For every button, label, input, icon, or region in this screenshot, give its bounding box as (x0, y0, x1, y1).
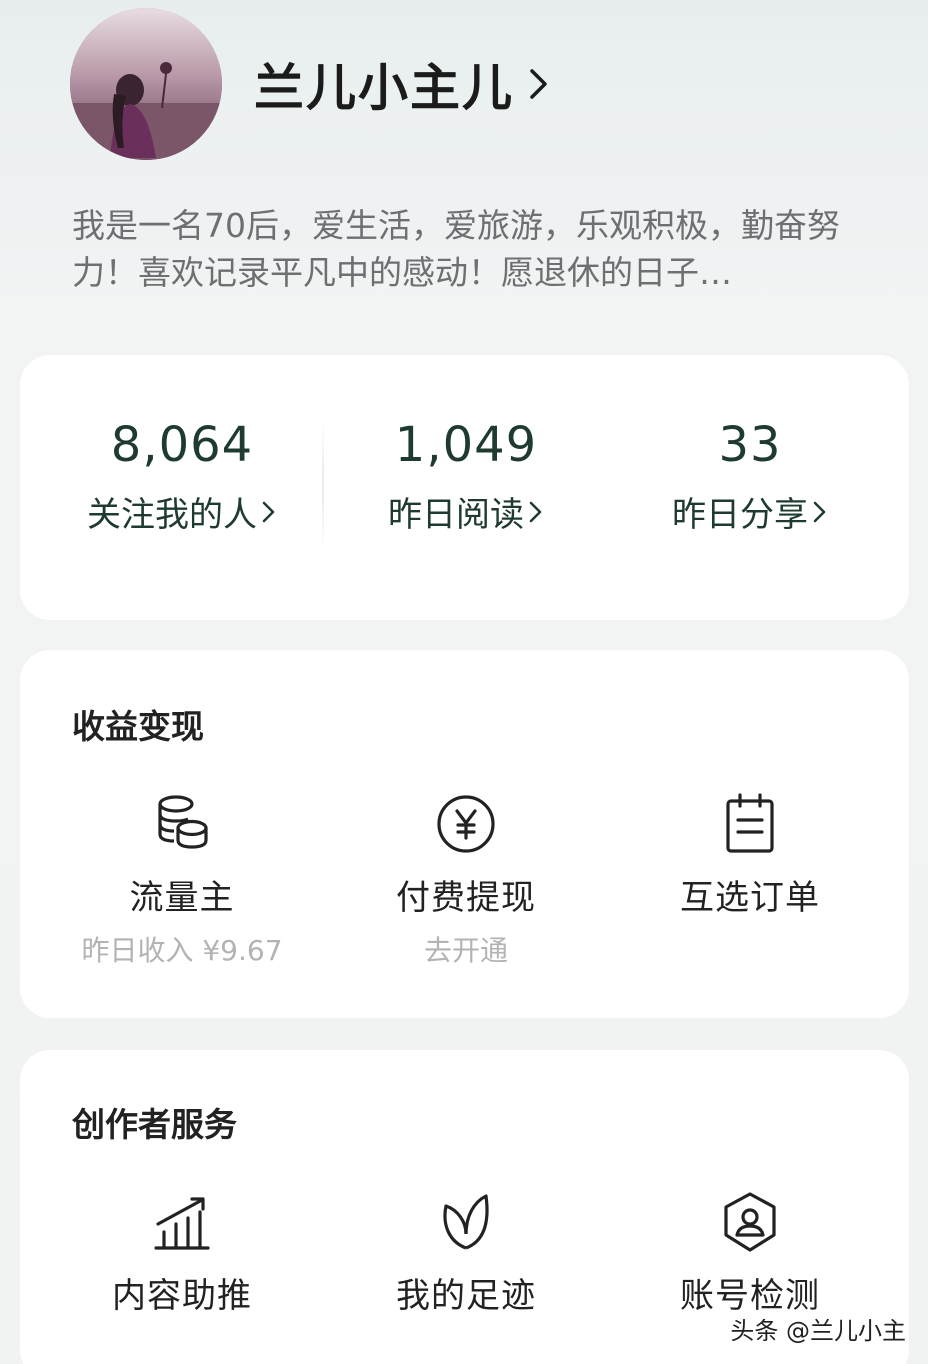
leaf-sprout-icon (443, 1194, 489, 1250)
item-name: 账号检测 (680, 1276, 820, 1316)
stat-value: 1,049 (394, 417, 538, 473)
chevron-right-icon (529, 501, 542, 522)
growth-chart-icon (154, 1197, 210, 1250)
chevron-right-icon (530, 69, 547, 99)
chevron-right-icon (262, 501, 275, 522)
stat-value: 8,064 (110, 417, 254, 473)
item-name: 我的足迹 (396, 1276, 536, 1316)
profile-bio[interactable]: 我是一名70后，爱生活，爱旅游，乐观积极，勤奋努力！喜欢记录平凡中的感动！愿退休… (72, 202, 852, 296)
item-sub: 昨日收入 ¥9.67 (81, 934, 283, 967)
section-title-income: 收益变现 (72, 707, 204, 746)
content-boost-entry[interactable]: 内容助推 (34, 1190, 330, 1317)
item-sub: 去开通 (423, 934, 508, 967)
stats-card: 8,064 关注我的人 1,049 昨日阅读 33 昨日分享 (20, 355, 909, 620)
stat-yesterday-shares[interactable]: 33 昨日分享 (602, 355, 898, 620)
stat-label: 昨日分享 (672, 495, 808, 535)
item-name: 付费提现 (396, 878, 536, 918)
mutual-order-entry[interactable]: 互选订单 (602, 792, 898, 919)
username-link[interactable]: 兰儿小主儿 (254, 52, 550, 117)
stat-label: 昨日阅读 (388, 495, 524, 535)
avatar-image (70, 8, 222, 160)
profile-page: 兰儿小主儿 我是一名70后，爱生活，爱旅游，乐观积极，勤奋努力！喜欢记录平凡中的… (0, 0, 928, 1364)
account-check-entry[interactable]: 账号检测 (602, 1190, 898, 1317)
avatar[interactable] (70, 8, 222, 160)
item-name: 流量主 (129, 878, 235, 918)
watermark: 头条 @兰儿小主 (730, 1317, 906, 1345)
stat-label: 关注我的人 (87, 495, 257, 535)
paid-withdraw-entry[interactable]: 付费提现 去开通 (318, 792, 614, 969)
item-name: 内容助推 (112, 1276, 252, 1316)
stat-value: 33 (718, 417, 782, 473)
yuan-circle-icon (437, 795, 495, 853)
coins-icon (158, 795, 208, 849)
chevron-right-icon (813, 501, 826, 522)
item-name: 互选订单 (680, 878, 820, 918)
traffic-master-entry[interactable]: 流量主 昨日收入 ¥9.67 (34, 792, 330, 969)
my-footprint-entry[interactable]: 我的足迹 (318, 1190, 614, 1317)
username: 兰儿小主儿 (254, 59, 514, 117)
stat-yesterday-reads[interactable]: 1,049 昨日阅读 (318, 355, 614, 620)
shield-user-icon (724, 1192, 776, 1252)
stat-followers[interactable]: 8,064 关注我的人 (34, 355, 330, 620)
income-card: 收益变现 流量主 昨日收入 ¥9.67 付费提现 去开通 互选订单 (20, 650, 909, 1018)
order-clipboard-icon (726, 793, 774, 853)
section-title-creator: 创作者服务 (72, 1105, 237, 1144)
